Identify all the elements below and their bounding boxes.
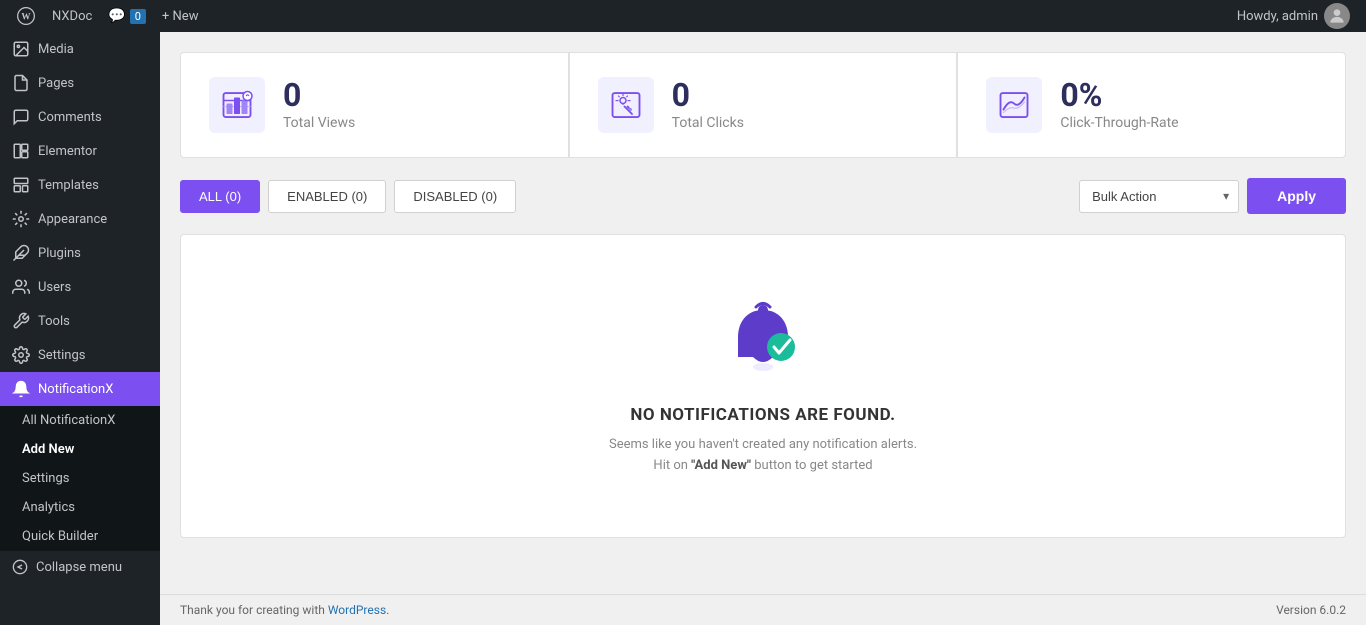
sidebar-item-pages[interactable]: Pages (0, 66, 160, 100)
sidebar-label-templates: Templates (38, 178, 99, 193)
sidebar-label-elementor: Elementor (38, 144, 97, 159)
bulk-action-wrapper: Bulk Action Enable Disable Delete (1079, 180, 1239, 213)
sidebar-item-templates[interactable]: Templates (0, 168, 160, 202)
comments-button[interactable]: 💬 0 (100, 0, 154, 32)
sidebar-label-appearance: Appearance (38, 212, 107, 227)
sidebar-label-users: Users (38, 280, 71, 295)
version-label: Version 6.0.2 (1276, 603, 1346, 617)
empty-state-illustration (718, 295, 808, 385)
sidebar-item-tools[interactable]: Tools (0, 304, 160, 338)
total-views-label: Total Views (283, 115, 355, 131)
sidebar-label-tools: Tools (38, 314, 70, 329)
admin-bar: W NXDoc 💬 0 + New Howdy, admin (0, 0, 1366, 32)
site-name-button[interactable]: NXDoc (44, 0, 100, 32)
sidebar-label-plugins: Plugins (38, 246, 81, 261)
main-content: 0 Total Views (160, 32, 1366, 594)
empty-state: NO NOTIFICATIONS ARE FOUND. Seems like y… (180, 234, 1346, 538)
stats-row: 0 Total Views (180, 52, 1346, 158)
sidebar-item-notificationx[interactable]: NotificationX (0, 372, 160, 406)
sidebar-item-comments[interactable]: Comments (0, 100, 160, 134)
submenu-add-new[interactable]: Add New (0, 435, 160, 464)
submenu-analytics[interactable]: Analytics (0, 493, 160, 522)
comments-icon: 💬 (108, 8, 125, 24)
filter-tab-all[interactable]: ALL (0) (180, 180, 260, 213)
stat-card-views: 0 Total Views (180, 52, 569, 158)
wordpress-link[interactable]: WordPress (328, 603, 386, 617)
stat-card-ctr: 0% Click-Through-Rate (957, 52, 1346, 158)
ctr-label: Click-Through-Rate (1060, 115, 1178, 131)
notificationx-submenu: All NotificationX Add New Settings Analy… (0, 406, 160, 551)
empty-state-line2: Hit on "Add New" button to get started (653, 456, 872, 477)
sidebar-item-settings[interactable]: Settings (0, 338, 160, 372)
sidebar: Media Pages Comments Elementor Templates… (0, 32, 160, 625)
submenu-quick-builder[interactable]: Quick Builder (0, 522, 160, 551)
empty-state-title: NO NOTIFICATIONS ARE FOUND. (630, 405, 895, 425)
total-views-icon (209, 77, 265, 133)
sidebar-label-settings: Settings (38, 348, 85, 363)
total-clicks-label: Total Clicks (672, 115, 744, 131)
filter-bar: ALL (0) ENABLED (0) DISABLED (0) Bulk Ac… (180, 178, 1346, 214)
submenu-all-notificationx[interactable]: All NotificationX (0, 406, 160, 435)
wp-logo-button[interactable]: W (8, 0, 44, 32)
sidebar-label-comments: Comments (38, 110, 102, 125)
sidebar-item-plugins[interactable]: Plugins (0, 236, 160, 270)
ctr-number: 0% (1060, 79, 1178, 111)
sidebar-label-media: Media (38, 42, 74, 57)
sidebar-item-users[interactable]: Users (0, 270, 160, 304)
wp-logo-icon: W (16, 6, 36, 26)
filter-tab-disabled[interactable]: DISABLED (0) (394, 180, 516, 213)
total-views-number: 0 (283, 79, 355, 111)
new-content-button[interactable]: + New (154, 0, 207, 32)
comments-count: 0 (130, 9, 146, 24)
footer-text: Thank you for creating with WordPress. (180, 603, 389, 617)
empty-state-line2-suffix: button to get started (751, 458, 873, 473)
avatar[interactable] (1324, 3, 1350, 29)
sidebar-item-media[interactable]: Media (0, 32, 160, 66)
sidebar-label-pages: Pages (38, 76, 74, 91)
apply-button[interactable]: Apply (1247, 178, 1346, 214)
site-name-label: NXDoc (52, 9, 92, 24)
new-label: + New (162, 9, 199, 24)
sidebar-label-notificationx: NotificationX (38, 382, 113, 397)
ctr-icon (986, 77, 1042, 133)
stat-card-clicks: 0 Total Clicks (569, 52, 958, 158)
bulk-action-select[interactable]: Bulk Action Enable Disable Delete (1079, 180, 1239, 213)
howdy-label: Howdy, admin (1229, 3, 1358, 29)
footer: Thank you for creating with WordPress. V… (160, 594, 1366, 625)
add-new-link-text: "Add New" (691, 458, 751, 473)
svg-text:W: W (21, 11, 31, 21)
sidebar-item-elementor[interactable]: Elementor (0, 134, 160, 168)
submenu-settings[interactable]: Settings (0, 464, 160, 493)
filter-tab-enabled[interactable]: ENABLED (0) (268, 180, 386, 213)
empty-state-line1: Seems like you haven't created any notif… (609, 435, 917, 456)
sidebar-item-appearance[interactable]: Appearance (0, 202, 160, 236)
total-clicks-number: 0 (672, 79, 744, 111)
empty-state-line2-prefix: Hit on (653, 458, 691, 473)
total-clicks-icon (598, 77, 654, 133)
collapse-menu-label: Collapse menu (36, 560, 122, 575)
collapse-menu-button[interactable]: Collapse menu (0, 551, 160, 583)
